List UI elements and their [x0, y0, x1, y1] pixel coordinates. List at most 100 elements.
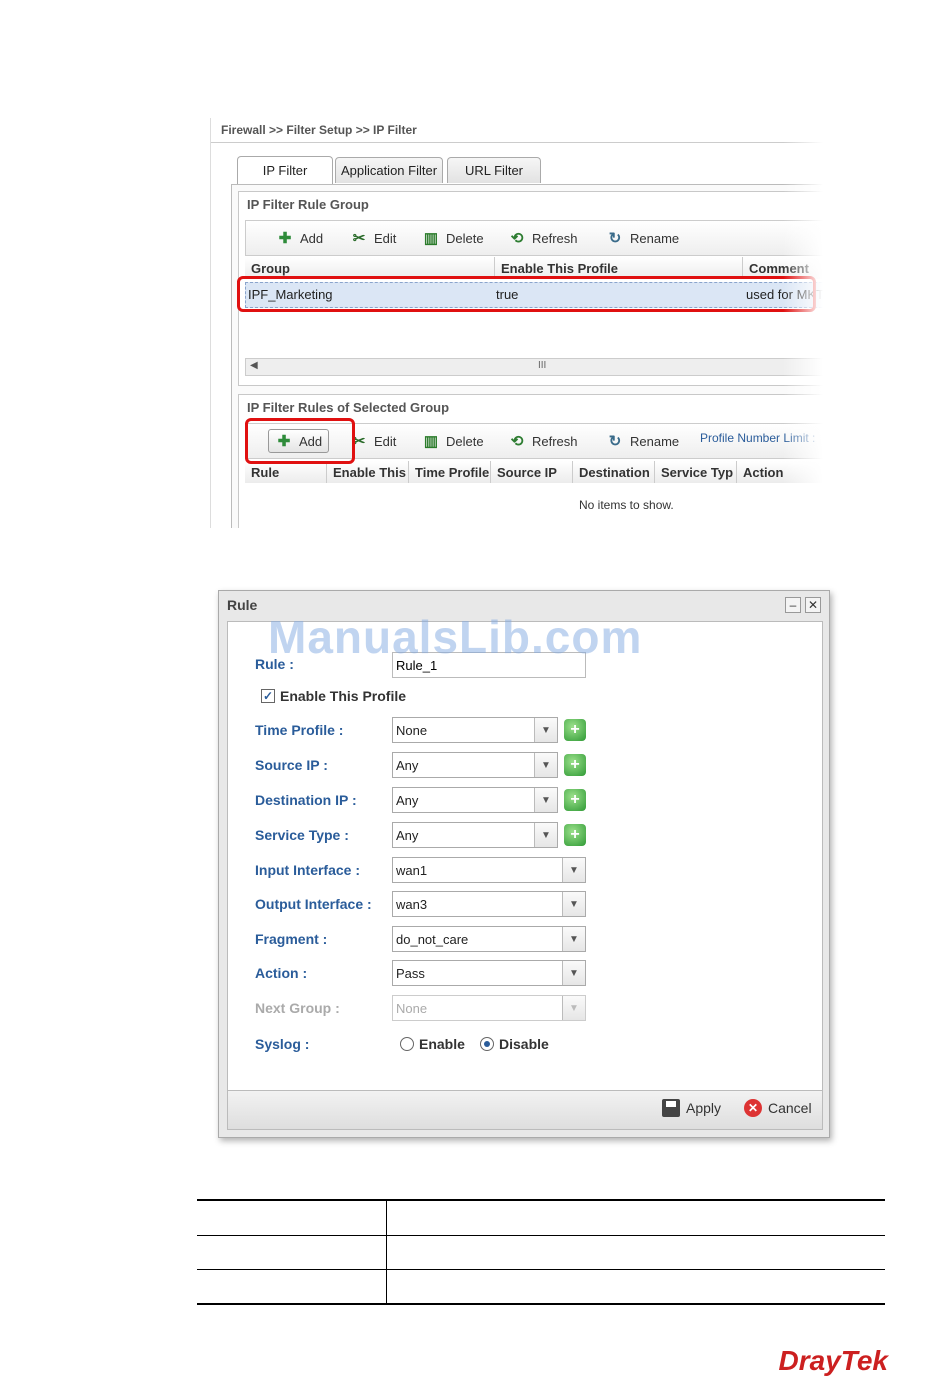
- col-header-enable[interactable]: Enable This: [327, 461, 409, 483]
- input-interface-value: wan1: [396, 862, 428, 878]
- chevron-down-icon[interactable]: ▼: [562, 892, 585, 916]
- tab-application-filter[interactable]: Application Filter: [335, 157, 443, 183]
- time-profile-label: Time Profile :: [255, 722, 344, 738]
- radio-selected-icon: [480, 1037, 494, 1051]
- chevron-down-icon[interactable]: ▼: [534, 823, 557, 847]
- add-time-profile-icon[interactable]: +: [564, 719, 586, 741]
- input-interface-select[interactable]: wan1 ▼: [392, 857, 586, 883]
- add-destination-ip-icon[interactable]: +: [564, 789, 586, 811]
- time-profile-select[interactable]: None ▼: [392, 717, 558, 743]
- table-row-rule: [197, 1235, 885, 1236]
- chevron-down-icon[interactable]: ▼: [534, 788, 557, 812]
- destination-ip-label: Destination IP :: [255, 792, 357, 808]
- service-type-value: Any: [396, 827, 419, 843]
- col-header-action[interactable]: Action: [737, 461, 823, 483]
- rule-rename-button[interactable]: ↻ Rename: [606, 430, 679, 452]
- group-rename-label: Rename: [630, 230, 680, 246]
- group-delete-label: Delete: [446, 230, 484, 246]
- destination-ip-value: Any: [396, 792, 419, 808]
- service-type-label: Service Type :: [255, 827, 349, 843]
- input-interface-label: Input Interface :: [255, 862, 361, 878]
- horizontal-scrollbar[interactable]: ◀ III: [245, 358, 823, 376]
- group-add-button[interactable]: ✚ Add: [276, 227, 323, 249]
- source-ip-select[interactable]: Any ▼: [392, 752, 558, 778]
- group-refresh-button[interactable]: ⟲ Refresh: [508, 227, 578, 249]
- highlight-selected-row: [237, 276, 816, 312]
- table-column-divider: [386, 1200, 387, 1304]
- group-refresh-label: Refresh: [532, 230, 578, 246]
- syslog-enable-radio[interactable]: Enable: [400, 1036, 465, 1052]
- watermark: ManualsLib.com: [268, 611, 643, 663]
- enable-profile-checkbox[interactable]: ✓ Enable This Profile: [261, 688, 406, 704]
- source-ip-value: Any: [396, 757, 419, 773]
- rule-edit-button[interactable]: ✂ Edit: [350, 430, 397, 452]
- rules-header-row: Rule Enable This Time Profile Source IP …: [245, 461, 823, 483]
- draytek-logo: DrayTek: [778, 1345, 888, 1376]
- col-header-rule[interactable]: Rule: [245, 461, 327, 483]
- cancel-button[interactable]: ✕ Cancel: [744, 1099, 812, 1117]
- rule-edit-label: Edit: [374, 433, 397, 449]
- group-edit-button[interactable]: ✂ Edit: [350, 227, 397, 249]
- highlight-add-button: [245, 418, 355, 464]
- rule-group-toolbar: ✚ Add ✂ Edit ▥ Delete ⟲ Refresh ↻ Rename: [245, 220, 823, 256]
- col-header-source-ip[interactable]: Source IP: [491, 461, 573, 483]
- chevron-down-icon[interactable]: ▼: [562, 858, 585, 882]
- save-icon: [662, 1099, 680, 1117]
- chevron-down-icon[interactable]: ▼: [562, 961, 585, 985]
- action-label: Action :: [255, 965, 308, 981]
- syslog-enable-label: Enable: [419, 1036, 465, 1052]
- close-icon[interactable]: ✕: [805, 597, 821, 613]
- col-header-time-profile[interactable]: Time Profile: [409, 461, 491, 483]
- chevron-down-icon[interactable]: ▼: [534, 718, 557, 742]
- tab-url-filter[interactable]: URL Filter: [447, 157, 541, 183]
- output-interface-label: Output Interface :: [255, 896, 372, 912]
- minimize-icon[interactable]: –: [785, 597, 801, 613]
- service-type-select[interactable]: Any ▼: [392, 822, 558, 848]
- table-top-rule: [197, 1199, 885, 1201]
- chevron-down-icon[interactable]: ▼: [562, 927, 585, 951]
- next-group-select: None ▼: [392, 995, 586, 1021]
- rule-refresh-label: Refresh: [532, 433, 578, 449]
- col-header-destination[interactable]: Destination: [573, 461, 655, 483]
- radio-unselected-icon: [400, 1037, 414, 1051]
- table-row-rule: [197, 1269, 885, 1270]
- rule-rename-label: Rename: [630, 433, 680, 449]
- rule-refresh-button[interactable]: ⟲ Refresh: [508, 430, 578, 452]
- add-icon: ✚: [278, 229, 292, 247]
- group-delete-button[interactable]: ▥ Delete: [422, 227, 484, 249]
- rule-delete-label: Delete: [446, 433, 484, 449]
- apply-button[interactable]: Apply: [662, 1099, 721, 1117]
- ip-filter-screenshot: Firewall >> Filter Setup >> IP Filter IP…: [210, 118, 823, 528]
- rule-delete-button[interactable]: ▥ Delete: [422, 430, 484, 452]
- action-select[interactable]: Pass ▼: [392, 960, 586, 986]
- syslog-disable-label: Disable: [499, 1036, 549, 1052]
- rule-group-title: IP Filter Rule Group: [247, 197, 369, 212]
- tab-ip-filter[interactable]: IP Filter: [237, 156, 333, 184]
- destination-ip-select[interactable]: Any ▼: [392, 787, 558, 813]
- syslog-disable-radio[interactable]: Disable: [480, 1036, 549, 1052]
- fragment-select[interactable]: do_not_care ▼: [392, 926, 586, 952]
- breadcrumb: Firewall >> Filter Setup >> IP Filter: [221, 123, 417, 137]
- tab-label: IP Filter: [262, 163, 308, 178]
- dialog-title: Rule: [227, 597, 258, 613]
- empty-message: No items to show.: [579, 498, 674, 512]
- edit-icon: ✂: [352, 229, 366, 247]
- rename-icon: ↻: [608, 229, 622, 247]
- add-service-type-icon[interactable]: +: [564, 824, 586, 846]
- cancel-label: Cancel: [768, 1100, 812, 1116]
- rule-group-panel: IP Filter Rule Group ✚ Add ✂ Edit ▥ Dele…: [237, 191, 823, 386]
- group-add-label: Add: [300, 230, 324, 246]
- scroll-left-icon[interactable]: ◀: [250, 360, 258, 371]
- group-rename-button[interactable]: ↻ Rename: [606, 227, 679, 249]
- output-interface-select[interactable]: wan3 ▼: [392, 891, 586, 917]
- table-bottom-rule: [197, 1303, 885, 1305]
- col-header-service-type[interactable]: Service Typ: [655, 461, 737, 483]
- source-ip-label: Source IP :: [255, 757, 328, 773]
- action-value: Pass: [396, 965, 425, 981]
- dialog-body: Rule : ✓ Enable This Profile Time Profil…: [227, 621, 823, 1091]
- chevron-down-icon[interactable]: ▼: [534, 753, 557, 777]
- next-group-value: None: [396, 1000, 428, 1016]
- add-source-ip-icon[interactable]: +: [564, 754, 586, 776]
- tab-label: Application Filter: [340, 163, 438, 178]
- refresh-icon: ⟲: [510, 229, 524, 247]
